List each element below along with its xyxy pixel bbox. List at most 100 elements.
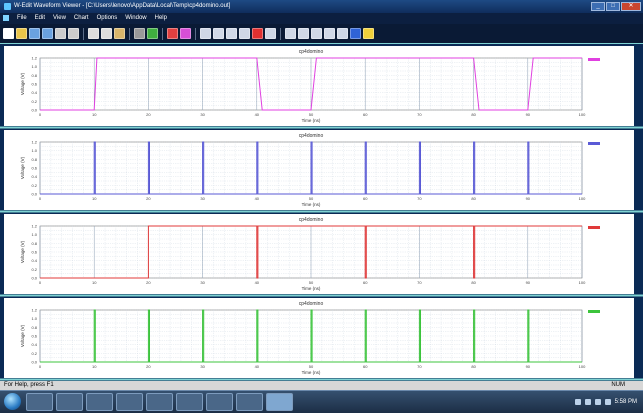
- x-tick-label: 70: [417, 112, 422, 117]
- save-all-icon[interactable]: [42, 28, 53, 39]
- chart-panel-4: cp4domino0 10 20 30 40 50 60 70 80 90 1000.00.20.4…: [0, 298, 643, 381]
- y-tick-label: 1.0: [31, 232, 37, 237]
- y-axis-label: Voltage (V): [20, 72, 25, 95]
- x-tick-label: 90: [526, 364, 531, 369]
- taskbar-apps: [26, 393, 293, 411]
- window-title: W-Edit Waveform Viewer - [C:\Users\lenov…: [14, 3, 231, 9]
- play-icon[interactable]: [337, 28, 348, 39]
- x-axis-label: Time (ns): [302, 370, 321, 375]
- status-help-text: For Help, press F1: [4, 382, 54, 388]
- toolbar-separator: [195, 27, 196, 40]
- volume-icon[interactable]: [594, 399, 601, 405]
- new-icon[interactable]: [3, 28, 14, 39]
- app-icon[interactable]: [4, 3, 11, 10]
- menu-options[interactable]: Options: [97, 13, 118, 24]
- legend-swatch: [588, 310, 600, 313]
- zoom-out-icon[interactable]: [213, 28, 224, 39]
- chart-green-icon[interactable]: [147, 28, 158, 39]
- toolbar-separator: [83, 27, 84, 40]
- x-tick-label: 20: [146, 112, 151, 117]
- menu-edit[interactable]: Edit: [35, 13, 45, 24]
- taskbar-app-button[interactable]: [236, 393, 263, 411]
- grid-icon[interactable]: [134, 28, 145, 39]
- flag-icon[interactable]: [604, 399, 611, 405]
- zoom-in-icon[interactable]: [200, 28, 211, 39]
- copy-icon[interactable]: [101, 28, 112, 39]
- y-tick-label: 0.0: [31, 276, 37, 281]
- menu-help[interactable]: Help: [155, 13, 167, 24]
- x-tick-label: 60: [363, 196, 368, 201]
- x-tick-label: 70: [417, 280, 422, 285]
- flag-red-icon[interactable]: [252, 28, 263, 39]
- legend-swatch: [588, 58, 600, 61]
- print-icon[interactable]: [55, 28, 66, 39]
- x-tick-label: 20: [146, 280, 151, 285]
- x-tick-label: 90: [526, 196, 531, 201]
- x-tick-label: 40: [255, 112, 260, 117]
- y-tick-label: 0.0: [31, 192, 37, 197]
- taskbar-app-button[interactable]: [56, 393, 83, 411]
- y-tick-label: 0.8: [31, 73, 37, 78]
- y-tick-label: 1.0: [31, 148, 37, 153]
- menu-chart[interactable]: Chart: [74, 13, 89, 24]
- split-icon[interactable]: [285, 28, 296, 39]
- minimize-button[interactable]: _: [591, 2, 605, 11]
- taskbar-app-button[interactable]: [206, 393, 233, 411]
- x-tick-label: 90: [526, 112, 531, 117]
- x-tick-label: 10: [92, 364, 97, 369]
- cut-icon[interactable]: [88, 28, 99, 39]
- menu-bar: File Edit View Chart Options Window Help: [0, 13, 643, 24]
- toolbar: [0, 24, 643, 43]
- taskbar-app-button[interactable]: [26, 393, 53, 411]
- y-tick-label: 1.0: [31, 316, 37, 321]
- taskbar-app-button[interactable]: [146, 393, 173, 411]
- menu-window[interactable]: Window: [125, 13, 146, 24]
- y-tick-label: 0.6: [31, 250, 37, 255]
- title-bar[interactable]: W-Edit Waveform Viewer - [C:\Users\lenov…: [0, 0, 643, 13]
- x-tick-label: 80: [471, 364, 476, 369]
- menu-file[interactable]: File: [17, 13, 27, 24]
- start-button[interactable]: [4, 393, 21, 410]
- x-tick-label: 100: [579, 364, 586, 369]
- open-icon[interactable]: [16, 28, 27, 39]
- taskbar-app-button[interactable]: [86, 393, 113, 411]
- stack-icon[interactable]: [298, 28, 309, 39]
- x-tick-label: 50: [309, 196, 314, 201]
- taskbar-app-button[interactable]: [266, 393, 293, 411]
- y-tick-label: 0.6: [31, 82, 37, 87]
- menu-view[interactable]: View: [53, 13, 66, 24]
- maximize-button[interactable]: □: [606, 2, 620, 11]
- legend-swatch: [588, 142, 600, 145]
- plot-area: cp4domino 0 10 20 30 40 50 60 70 80 90 100 0.0 0.2 0.4…: [0, 43, 643, 382]
- y-axis-label: Voltage (V): [20, 156, 25, 179]
- blue-box-icon[interactable]: [350, 28, 361, 39]
- bulb-icon[interactable]: [363, 28, 374, 39]
- x-axis-label: Time (ns): [302, 118, 321, 123]
- system-tray: 5:58 PM: [574, 391, 637, 413]
- y-tick-label: 0.0: [31, 360, 37, 365]
- y-tick-label: 0.4: [31, 90, 37, 95]
- paste-icon[interactable]: [114, 28, 125, 39]
- step-icon[interactable]: [311, 28, 322, 39]
- chart-panel-2: cp4domino0 10 20 30 40 50 60 70 80 90 1000.00.20.4…: [0, 130, 643, 213]
- print-preview-icon[interactable]: [68, 28, 79, 39]
- pause-icon[interactable]: [324, 28, 335, 39]
- x-tick-label: 10: [92, 196, 97, 201]
- y-tick-label: 0.2: [31, 267, 37, 272]
- network-icon[interactable]: [584, 399, 591, 405]
- clock[interactable]: 5:58 PM: [615, 399, 637, 405]
- trace-multi-icon[interactable]: [180, 28, 191, 39]
- x-tick-label: 30: [200, 280, 205, 285]
- waveform-viewer-window: W-Edit Waveform Viewer - [C:\Users\lenov…: [0, 0, 643, 413]
- taskbar-app-button[interactable]: [176, 393, 203, 411]
- status-bar: For Help, press F1 NUM: [0, 381, 643, 390]
- zoom-fit-icon[interactable]: [226, 28, 237, 39]
- expand-icon[interactable]: [239, 28, 250, 39]
- cursor-icon[interactable]: [265, 28, 276, 39]
- close-button[interactable]: ✕: [621, 2, 641, 11]
- taskbar-app-button[interactable]: [116, 393, 143, 411]
- save-icon[interactable]: [29, 28, 40, 39]
- trace-red-icon[interactable]: [167, 28, 178, 39]
- document-icon[interactable]: [3, 15, 9, 21]
- arrow-up-icon[interactable]: [574, 399, 581, 405]
